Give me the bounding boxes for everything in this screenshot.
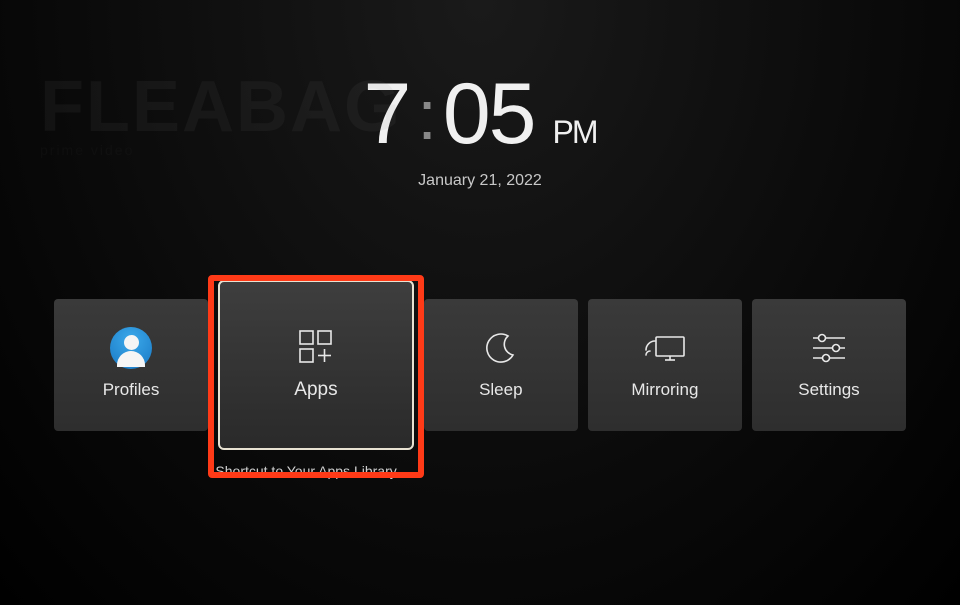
clock-colon: : xyxy=(417,75,434,155)
tile-apps[interactable]: Apps xyxy=(218,280,414,450)
tile-settings[interactable]: Settings xyxy=(752,299,906,431)
moon-icon xyxy=(484,330,518,366)
background-title: FLEABAG xyxy=(40,75,402,140)
tile-profiles[interactable]: Profiles xyxy=(54,299,208,431)
tile-sleep[interactable]: Sleep xyxy=(424,299,578,431)
background-provider: prime video xyxy=(40,144,402,157)
tile-label-profiles: Profiles xyxy=(103,380,160,400)
tile-row: Profiles Apps Sleep xyxy=(54,299,906,450)
tile-label-mirroring: Mirroring xyxy=(631,380,698,400)
focus-hint: Shortcut to Your Apps Library. xyxy=(195,463,420,479)
clock-date: January 21, 2022 xyxy=(0,172,960,190)
apps-icon xyxy=(294,329,338,365)
sliders-icon xyxy=(809,330,849,366)
mirroring-icon xyxy=(644,330,686,366)
profile-icon xyxy=(110,330,152,366)
tile-label-apps: Apps xyxy=(294,379,337,401)
tile-label-settings: Settings xyxy=(798,380,859,400)
tile-label-sleep: Sleep xyxy=(479,380,522,400)
tile-mirroring[interactable]: Mirroring xyxy=(588,299,742,431)
clock-ampm: PM xyxy=(552,114,596,151)
clock-minutes: 05 xyxy=(443,65,535,164)
background-artwork: FLEABAG prime video xyxy=(40,75,402,156)
